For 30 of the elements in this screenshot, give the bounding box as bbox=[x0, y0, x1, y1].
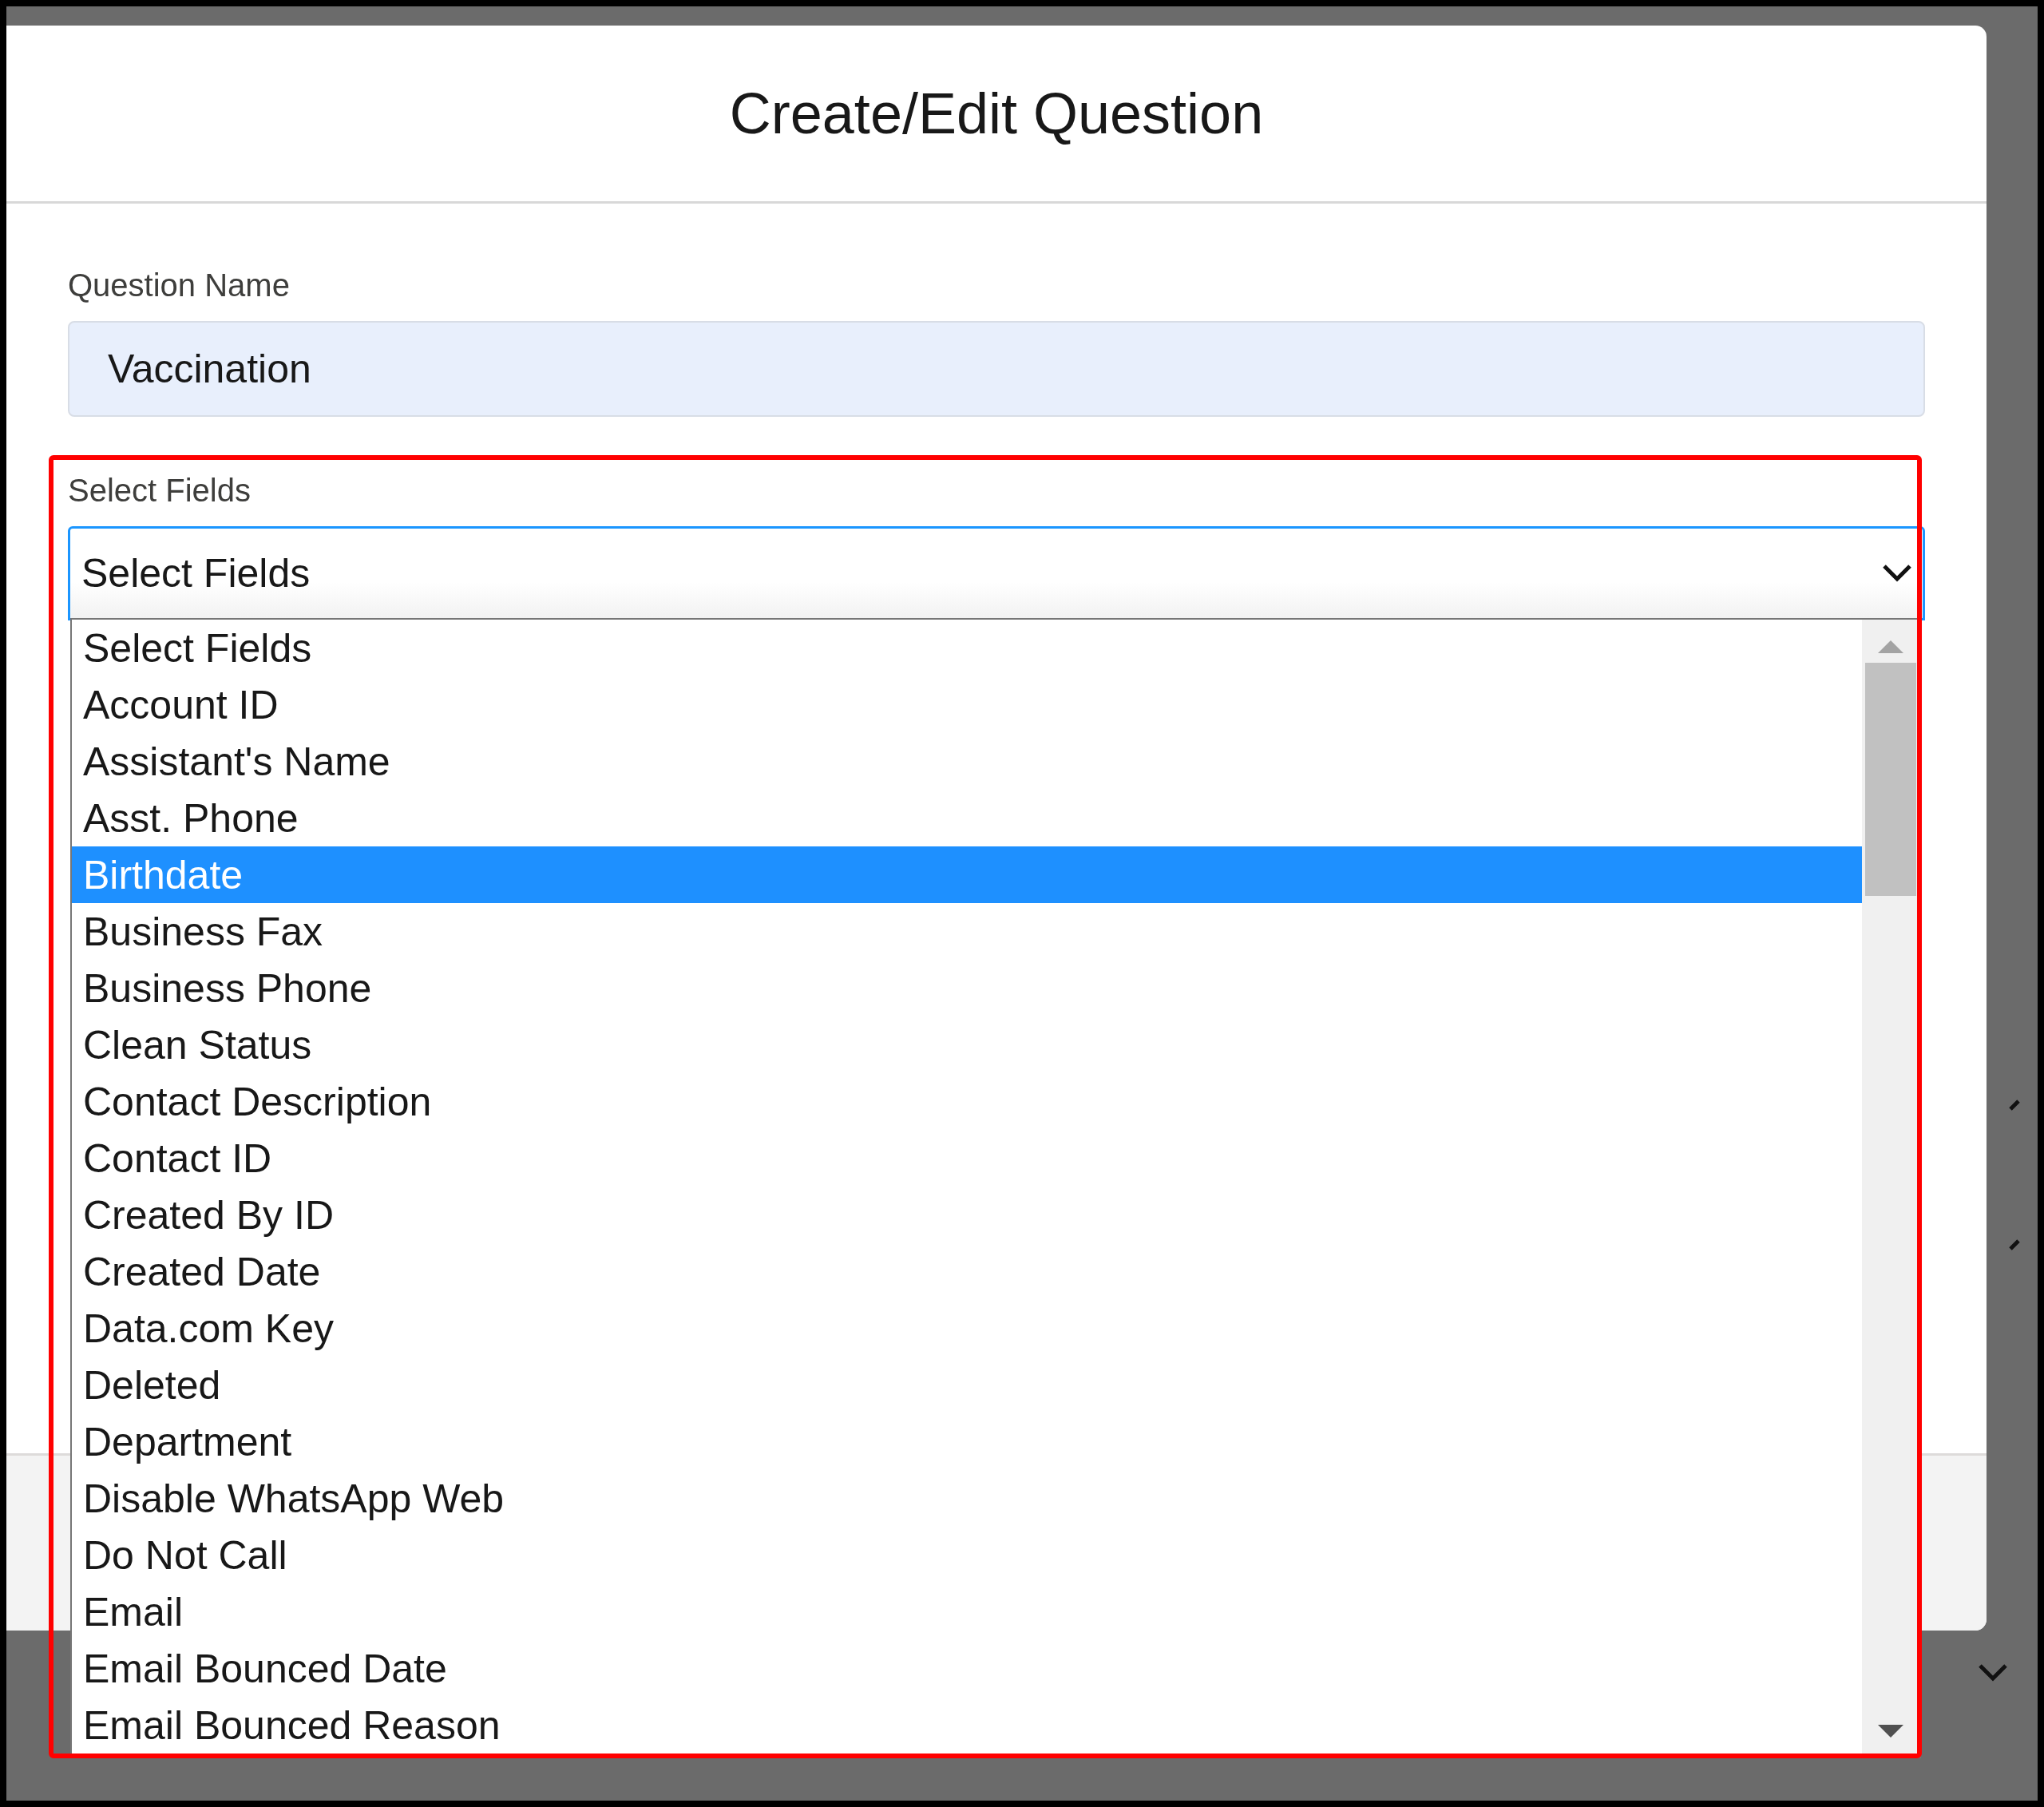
dropdown-option[interactable]: Do Not Call bbox=[72, 1527, 1862, 1583]
question-name-input[interactable]: Vaccination bbox=[68, 321, 1925, 417]
scrollbar-thumb[interactable] bbox=[1865, 663, 1916, 896]
dropdown-option[interactable]: Deleted bbox=[72, 1357, 1862, 1413]
dropdown-option[interactable]: Business Phone bbox=[72, 960, 1862, 1016]
scroll-down-icon[interactable] bbox=[1876, 1723, 1905, 1739]
dropdown-option[interactable]: Department bbox=[72, 1413, 1862, 1470]
dropdown-option[interactable]: Created By ID bbox=[72, 1187, 1862, 1243]
chevron-icon bbox=[2009, 1238, 2022, 1251]
field-label: Select Fields bbox=[68, 473, 251, 509]
dropdown-option[interactable]: Assistant's Name bbox=[72, 733, 1862, 790]
modal-title: Create/Edit Question bbox=[729, 81, 1264, 146]
field-label: Question Name bbox=[68, 267, 290, 303]
chevron-icon bbox=[2009, 1099, 2022, 1112]
dropdown-option[interactable]: Clean Status bbox=[72, 1016, 1862, 1073]
dropdown-option[interactable]: Asst. Phone bbox=[72, 790, 1862, 846]
dropdown-option[interactable]: Contact ID bbox=[72, 1130, 1862, 1187]
dropdown-option[interactable]: Email Bounced Date bbox=[72, 1640, 1862, 1697]
dropdown-option[interactable]: Select Fields bbox=[72, 620, 1862, 676]
dropdown-option[interactable]: Contact Description bbox=[72, 1073, 1862, 1130]
chevron-icon bbox=[1977, 1662, 2009, 1683]
dropdown-option[interactable]: Account ID bbox=[72, 676, 1862, 733]
dropdown-option[interactable]: Created Date bbox=[72, 1243, 1862, 1300]
dropdown-option[interactable]: Disable WhatsApp Web bbox=[72, 1470, 1862, 1527]
chevron-icon bbox=[1881, 563, 1913, 584]
dropdown-option[interactable]: Data.com Key bbox=[72, 1300, 1862, 1357]
dropdown-option[interactable]: Email Bounced Reason bbox=[72, 1697, 1862, 1754]
dropdown-option[interactable]: Email bbox=[72, 1583, 1862, 1640]
scroll-up-icon[interactable] bbox=[1876, 639, 1905, 655]
dropdown-option[interactable]: Business Fax bbox=[72, 903, 1862, 960]
